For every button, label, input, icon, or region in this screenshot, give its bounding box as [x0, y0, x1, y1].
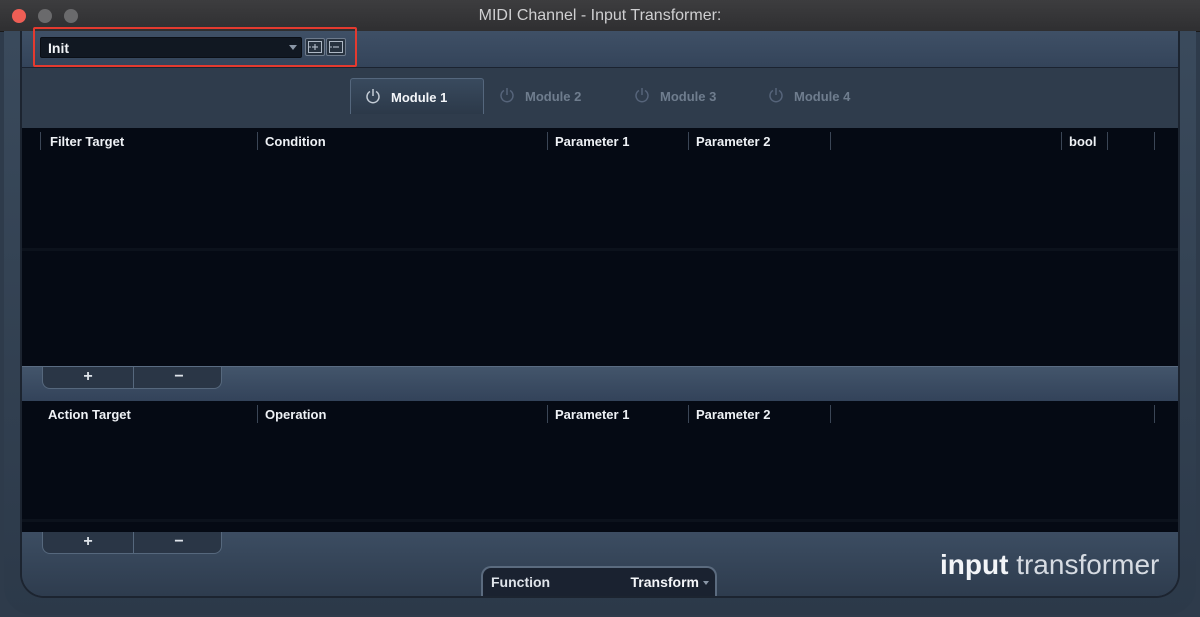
add-action-button[interactable]: + [43, 532, 134, 554]
input-transformer-logo: input transformer [940, 549, 1159, 581]
tab-label: Module 3 [660, 89, 717, 104]
tab-module-2[interactable]: Module 2 [485, 78, 619, 114]
tab-label: Module 1 [391, 90, 448, 105]
column-divider[interactable] [1154, 405, 1155, 423]
tab-label: Module 4 [794, 89, 851, 104]
column-divider[interactable] [547, 405, 548, 423]
tab-module-4[interactable]: Module 4 [754, 78, 888, 114]
column-divider[interactable] [257, 405, 258, 423]
tab-module-3[interactable]: Module 3 [620, 78, 754, 114]
function-selector[interactable]: Function Transform [481, 566, 717, 596]
chevron-down-icon [703, 581, 709, 585]
action-add-remove-group: + − [42, 532, 222, 554]
column-divider[interactable] [1154, 132, 1155, 150]
power-icon[interactable] [365, 88, 381, 104]
column-divider[interactable] [1061, 132, 1062, 150]
filter-conditions-table[interactable]: Filter Target Condition Parameter 1 Para… [22, 128, 1178, 366]
add-condition-button[interactable]: + [43, 367, 134, 389]
column-divider[interactable] [830, 405, 831, 423]
power-icon[interactable] [768, 87, 784, 103]
tab-label: Module 2 [525, 89, 582, 104]
logo-bold-text: input [940, 549, 1009, 580]
function-value[interactable]: Transform [631, 574, 699, 590]
column-divider[interactable] [688, 132, 689, 150]
table-divider [22, 519, 1178, 522]
remove-action-button[interactable]: − [134, 532, 224, 554]
remove-condition-button[interactable]: − [134, 367, 224, 389]
window-title: MIDI Channel - Input Transformer: [478, 7, 722, 24]
power-icon[interactable] [634, 87, 650, 103]
table-divider [22, 248, 1178, 251]
function-label: Function [491, 574, 551, 590]
column-divider[interactable] [1107, 132, 1108, 150]
column-divider[interactable] [688, 405, 689, 423]
filter-add-remove-group: + − [42, 367, 222, 389]
logo-light-text: transformer [1016, 549, 1160, 580]
tab-module-1[interactable]: Module 1 [350, 78, 484, 114]
column-divider[interactable] [830, 132, 831, 150]
preset-highlight-box [33, 27, 357, 67]
column-divider[interactable] [547, 132, 548, 150]
column-divider[interactable] [40, 132, 41, 150]
power-icon[interactable] [499, 87, 515, 103]
filter-controls-bar: + − [22, 366, 1178, 401]
column-divider[interactable] [257, 132, 258, 150]
action-table[interactable]: Action Target Operation Parameter 1 Para… [22, 401, 1178, 532]
